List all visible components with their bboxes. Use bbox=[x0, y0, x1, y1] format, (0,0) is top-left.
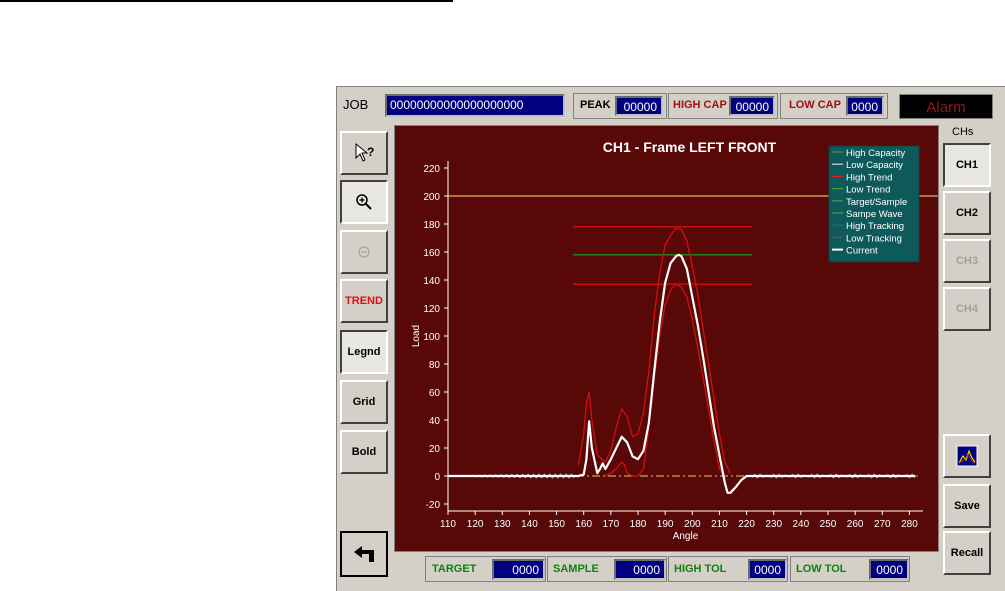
x-tick-label: 170 bbox=[603, 519, 620, 530]
channel-button-ch4[interactable]: CH4 bbox=[943, 287, 991, 331]
back-button[interactable] bbox=[340, 531, 388, 577]
x-tick-label: 210 bbox=[711, 519, 728, 530]
zoom-in-button[interactable] bbox=[340, 180, 388, 224]
y-tick-label: 140 bbox=[423, 276, 440, 287]
legend-entry: Current bbox=[846, 246, 878, 257]
x-tick-label: 250 bbox=[820, 519, 837, 530]
y-tick-label: -20 bbox=[426, 500, 441, 511]
job-label: JOB bbox=[343, 97, 369, 112]
y-tick-label: 200 bbox=[423, 192, 440, 203]
x-axis-label: Angle bbox=[673, 531, 699, 542]
x-tick-label: 180 bbox=[630, 519, 647, 530]
channel-button-ch1[interactable]: CH1 bbox=[943, 143, 991, 187]
undo-arrow-icon bbox=[354, 546, 374, 562]
x-tick-label: 110 bbox=[440, 519, 456, 530]
high-cap-value: 00000 bbox=[729, 96, 775, 116]
top-rule bbox=[0, 0, 453, 2]
trend-button[interactable]: TREND bbox=[340, 279, 388, 323]
high-cap-label: HIGH CAP bbox=[673, 99, 727, 111]
channel-button-ch3[interactable]: CH3 bbox=[943, 239, 991, 283]
legend-button[interactable]: Legnd bbox=[340, 330, 388, 374]
y-tick-label: 40 bbox=[429, 416, 441, 427]
y-tick-label: 100 bbox=[423, 332, 440, 343]
x-tick-label: 190 bbox=[657, 519, 674, 530]
legend-entry: High Trend bbox=[846, 172, 892, 183]
zoom-in-icon bbox=[356, 194, 372, 210]
y-tick-label: 220 bbox=[423, 164, 440, 175]
legend-entry: High Capacity bbox=[846, 148, 905, 159]
peak-value: 00000 bbox=[615, 96, 663, 116]
legend-entry: Low Tracking bbox=[846, 233, 902, 244]
bold-button[interactable]: Bold bbox=[340, 430, 388, 474]
sample-value: 0000 bbox=[614, 559, 666, 580]
job-field[interactable]: 00000000000000000000 bbox=[385, 94, 565, 117]
x-tick-label: 200 bbox=[684, 519, 701, 530]
x-tick-label: 160 bbox=[575, 519, 592, 530]
low-tol-label: LOW TOL bbox=[796, 563, 847, 575]
series-high-tracking bbox=[577, 227, 731, 474]
x-tick-label: 230 bbox=[765, 519, 782, 530]
legend-entry: High Tracking bbox=[846, 221, 904, 232]
channels-label: CHs bbox=[952, 126, 974, 138]
target-label: TARGET bbox=[432, 563, 477, 575]
sample-label: SAMPLE bbox=[553, 563, 599, 575]
x-tick-label: 140 bbox=[521, 519, 538, 530]
series-current bbox=[448, 253, 915, 494]
pointer-help-icon: ? bbox=[355, 142, 374, 162]
chart-view-button[interactable] bbox=[943, 434, 991, 478]
x-tick-label: 260 bbox=[847, 519, 864, 530]
y-tick-label: 0 bbox=[434, 472, 440, 483]
y-axis-label: Load bbox=[411, 325, 422, 347]
x-tick-label: 270 bbox=[874, 519, 891, 530]
svg-text:?: ? bbox=[367, 145, 374, 159]
low-cap-label: LOW CAP bbox=[789, 99, 841, 111]
target-value: 0000 bbox=[492, 559, 545, 580]
alarm-indicator: Alarm bbox=[899, 94, 993, 119]
y-tick-label: 20 bbox=[429, 444, 441, 455]
x-tick-label: 120 bbox=[467, 519, 484, 530]
chart-icon bbox=[956, 445, 978, 467]
y-tick-label: 80 bbox=[429, 360, 441, 371]
low-cap-value: 0000 bbox=[846, 96, 884, 116]
high-tol-value: 0000 bbox=[748, 559, 787, 580]
legend-entry: Target/Sample bbox=[846, 197, 907, 208]
low-tol-value: 0000 bbox=[869, 559, 909, 580]
legend-entry: Sampe Wave bbox=[846, 209, 903, 220]
zoom-out-icon bbox=[358, 246, 370, 258]
peak-label: PEAK bbox=[580, 99, 611, 111]
y-tick-label: 120 bbox=[423, 304, 440, 315]
load-chart: CH1 - Frame LEFT FRONT -20 0 20 40 60 80 100 120… bbox=[411, 139, 938, 542]
x-tick-label: 130 bbox=[494, 519, 511, 530]
x-tick-label: 240 bbox=[793, 519, 810, 530]
recall-button[interactable]: Recall bbox=[943, 531, 991, 575]
channel-button-ch2[interactable]: CH2 bbox=[943, 191, 991, 235]
y-tick-label: 160 bbox=[423, 248, 440, 259]
y-tick-label: 180 bbox=[423, 220, 440, 231]
x-tick-label: 280 bbox=[901, 519, 918, 530]
x-tick-label: 220 bbox=[738, 519, 755, 530]
high-tol-label: HIGH TOL bbox=[674, 563, 727, 575]
y-tick-label: 60 bbox=[429, 388, 441, 399]
legend-entry: Low Capacity bbox=[846, 160, 903, 171]
chart-title: CH1 - Frame LEFT FRONT bbox=[603, 139, 777, 155]
x-tick-label: 150 bbox=[548, 519, 565, 530]
plot-area: CH1 - Frame LEFT FRONT -20 0 20 40 60 80 100 120… bbox=[394, 125, 939, 552]
zoom-out-button[interactable] bbox=[340, 230, 388, 274]
legend-entry: Low Trend bbox=[846, 185, 890, 196]
help-pointer-button[interactable]: ? bbox=[340, 131, 388, 175]
grid-button[interactable]: Grid bbox=[340, 380, 388, 424]
save-button[interactable]: Save bbox=[943, 484, 991, 528]
